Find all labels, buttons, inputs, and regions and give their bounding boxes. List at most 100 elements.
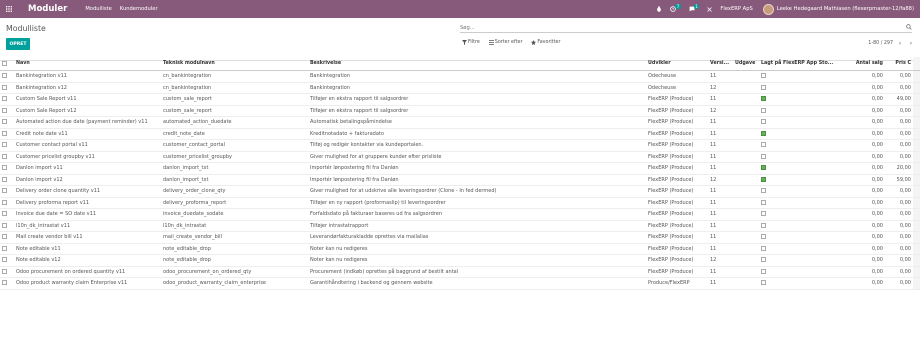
sort-button[interactable]: Sorter efter: [488, 40, 522, 45]
table-row[interactable]: Bankintegration v12 cn_bankintegration Ban…: [0, 82, 920, 94]
pager-previous-button[interactable]: ‹: [896, 40, 904, 47]
column-header-name[interactable]: Navn: [14, 57, 161, 71]
published-checkbox[interactable]: [761, 222, 766, 228]
table-row[interactable]: Invoice due date = SO date v11 invoice_du…: [0, 208, 920, 221]
published-checkbox[interactable]: [761, 96, 766, 102]
table-row[interactable]: Odoo procurement on ordered quantity v11…: [0, 266, 920, 278]
table-row[interactable]: Delivery order clone quantity v11 deliver…: [0, 185, 920, 198]
table-row[interactable]: Note editable v11 note_editable_drop Noter…: [0, 243, 920, 255]
published-checkbox[interactable]: [761, 84, 766, 90]
row-checkbox[interactable]: [2, 84, 7, 90]
table-row[interactable]: Mail create vendor bill v11 mail_create_v…: [0, 231, 920, 244]
row-checkbox[interactable]: [2, 199, 7, 205]
debug-bug-icon[interactable]: [656, 6, 662, 12]
table-row[interactable]: Custom Sale Report v11 custom_sale_report…: [0, 93, 920, 106]
cell-description: Importér lønpostering fil fra Danløn: [308, 174, 646, 186]
table-row[interactable]: Customer pricelist groupby v11 customer_p…: [0, 151, 920, 163]
published-checkbox[interactable]: [761, 257, 766, 263]
row-checkbox[interactable]: [2, 107, 7, 113]
row-checkbox[interactable]: [2, 119, 7, 125]
published-checkbox[interactable]: [761, 142, 766, 148]
published-checkbox[interactable]: [761, 280, 766, 286]
row-checkbox[interactable]: [2, 96, 7, 102]
row-checkbox[interactable]: [2, 165, 7, 171]
cell-edition: [733, 93, 759, 106]
published-checkbox[interactable]: [761, 119, 766, 125]
search-input[interactable]: [460, 23, 912, 32]
published-checkbox[interactable]: [761, 234, 766, 240]
select-all-checkbox[interactable]: [2, 60, 7, 66]
published-checkbox[interactable]: [761, 211, 766, 217]
table-row[interactable]: Danlon import v12 danlon_import_txt Import…: [0, 174, 920, 186]
cell-description: Procurement (indkøb) oprettes på baggrun…: [308, 266, 646, 278]
app-title[interactable]: Moduler: [28, 4, 67, 14]
column-header-publisher[interactable]: Udvikler: [646, 57, 708, 71]
row-checkbox[interactable]: [2, 142, 7, 148]
published-checkbox[interactable]: [761, 188, 766, 194]
user-avatar[interactable]: [762, 3, 774, 15]
column-header-edition[interactable]: Udgave: [733, 57, 759, 71]
row-checkbox[interactable]: [2, 234, 7, 240]
activity-clock-icon[interactable]: 7: [670, 4, 681, 12]
published-checkbox[interactable]: [761, 130, 766, 136]
published-checkbox[interactable]: [761, 268, 766, 274]
pager: 1-80 / 297 ‹ ›: [868, 40, 915, 47]
row-checkbox[interactable]: [2, 73, 7, 79]
cell-edition: [733, 243, 759, 255]
filter-icon: [462, 40, 467, 45]
cell-sales: 0,00: [841, 128, 885, 140]
row-checkbox[interactable]: [2, 176, 7, 182]
table-row[interactable]: Customer contact portal v11 customer_cont…: [0, 139, 920, 152]
row-checkbox[interactable]: [2, 153, 7, 159]
user-menu[interactable]: Leeke Hedegaard Mathiasen (flexerpmaster…: [777, 6, 914, 12]
create-button[interactable]: OPRET: [6, 38, 30, 50]
column-header-technical-name[interactable]: Teknisk modulnavn: [161, 57, 308, 71]
cell-edition: [733, 82, 759, 94]
table-row[interactable]: Delivery proforma report v11 delivery_pro…: [0, 197, 920, 209]
row-checkbox[interactable]: [2, 188, 7, 194]
published-checkbox[interactable]: [761, 73, 766, 79]
published-checkbox[interactable]: [761, 245, 766, 251]
published-checkbox[interactable]: [761, 165, 766, 171]
company-switcher[interactable]: FlexERP ApS: [720, 6, 752, 12]
published-checkbox[interactable]: [761, 199, 766, 205]
row-checkbox[interactable]: [2, 222, 7, 228]
cell-version: 12: [708, 254, 733, 267]
menu-item-module-list[interactable]: Modulliste: [85, 6, 111, 12]
cell-description: Tilføjer en ekstra rapport til salgsordr…: [308, 105, 646, 117]
published-checkbox[interactable]: [761, 107, 766, 113]
table-row[interactable]: Bankintegration v11 cn_bankintegration Ban…: [0, 70, 920, 83]
column-header-published[interactable]: Lagt på FlexERP App Sto...: [759, 57, 841, 71]
column-header-price[interactable]: Pris C: [885, 57, 913, 71]
filter-button[interactable]: Filtre: [462, 40, 480, 45]
cell-price: 0,00: [885, 220, 913, 232]
close-icon[interactable]: [707, 6, 713, 12]
apps-menu-icon[interactable]: [0, 0, 18, 18]
pager-next-button[interactable]: ›: [907, 40, 915, 47]
table-row[interactable]: Custom Sale Report v12 custom_sale_report…: [0, 105, 920, 117]
table-row[interactable]: Note editable v12 note_editable_drop Noter…: [0, 254, 920, 267]
row-checkbox[interactable]: [2, 130, 7, 136]
column-header-description[interactable]: Beskrivelse: [308, 57, 646, 71]
column-header-version[interactable]: Versi...: [708, 57, 733, 71]
column-header-sales[interactable]: Antal salg: [841, 57, 885, 71]
pager-range[interactable]: 1-80 / 297: [868, 41, 893, 46]
published-checkbox[interactable]: [761, 176, 766, 182]
row-checkbox[interactable]: [2, 245, 7, 251]
favorites-button[interactable]: Favoritter: [531, 40, 560, 45]
cell-technical-name: cn_bankintegration: [161, 70, 308, 83]
messages-chat-icon[interactable]: 1: [689, 4, 700, 12]
row-checkbox[interactable]: [2, 211, 7, 217]
table-row[interactable]: Odoo product warranty claim Enterprise v…: [0, 277, 920, 290]
table-row[interactable]: l10n_dk_intrastat v11 l10n_dk_intrastat Ti…: [0, 220, 920, 232]
scrollbar[interactable]: [913, 57, 920, 71]
row-checkbox[interactable]: [2, 257, 7, 263]
table-row[interactable]: Automated action due date (payment remin…: [0, 116, 920, 129]
table-row[interactable]: Credit note date v11 credit_note_date Kred…: [0, 128, 920, 140]
table-row[interactable]: Danlon import v11 danlon_import_txt Import…: [0, 162, 920, 175]
search-icon[interactable]: [906, 24, 912, 30]
row-checkbox[interactable]: [2, 280, 7, 286]
menu-item-customer-modules[interactable]: Kundemoduler: [120, 6, 158, 12]
published-checkbox[interactable]: [761, 153, 766, 159]
row-checkbox[interactable]: [2, 268, 7, 274]
